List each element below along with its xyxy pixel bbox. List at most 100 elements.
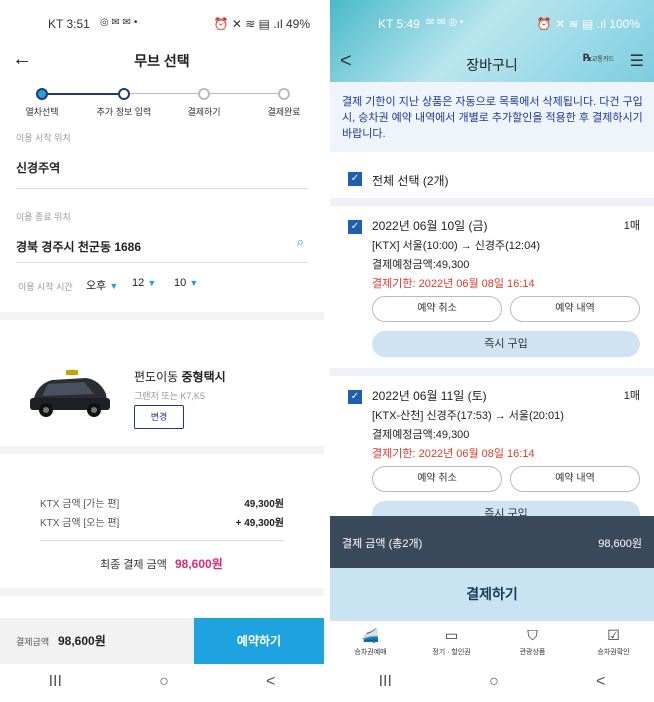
tab-ticket-check[interactable]: ☑ 승차권확인 [573, 621, 654, 664]
status-icons: ⏰ ✕ ≋ ▤ .ıl 100% [536, 17, 640, 31]
divider [16, 262, 308, 263]
tab-season-discount[interactable]: ▭ 정기 · 할인권 [411, 621, 492, 664]
transit-card-label: 교통카드 [591, 57, 614, 63]
ampm-select[interactable]: 오후 ▼ [86, 277, 118, 293]
step-dot-1 [36, 88, 48, 100]
fare-back-value: + 49,300원 [235, 518, 284, 529]
reservation-detail-button[interactable]: 예약 내역 [510, 466, 640, 492]
step-dot-3 [198, 88, 210, 100]
ticket-date: 2022년 06월 10일 (금) [372, 219, 488, 233]
left-screen: KT 3:51 ◎ ✉ ✉ • ⏰ ✕ ≋ ▤ .ıl 49% ← 무브 선택 … [0, 0, 324, 702]
ticket-route: [KTX] 서울(10:00) → 신경주(12:04) [372, 240, 540, 252]
recent-apps-button[interactable]: III [379, 673, 392, 691]
search-icon[interactable]: ⌕ [297, 234, 304, 250]
section-gap [0, 588, 324, 596]
total-box: 결제금액 98,600원 [0, 618, 194, 664]
ticket-card: ✓ 2022년 06월 11일 (토) 1매 [KTX-산천] 신경주(17:5… [330, 376, 654, 516]
transit-card-icon[interactable]: ℞교통카드 [583, 53, 614, 64]
notification-icons: ◎ ✉ ✉ • [100, 17, 138, 28]
total-value: 98,600원 [58, 634, 106, 648]
recent-apps-button[interactable]: III [49, 673, 62, 691]
status-time: KT 3:51 [48, 17, 90, 31]
fare-go-value: 49,300원 [244, 499, 284, 510]
buy-now-button[interactable]: 즉시 구입 [372, 331, 640, 357]
reserve-button[interactable]: 예약하기 [194, 618, 324, 664]
ticket-amount: 결제예정금액:49,300 [372, 259, 470, 271]
car-title: 편도이동 중형택시 [134, 368, 226, 385]
step-label-1: 열차선택 [25, 107, 59, 117]
end-location-value[interactable]: 경북 경주시 천군동 1686 [16, 238, 141, 255]
top-header: ← 무브 선택 [0, 44, 324, 78]
tab-tour-products[interactable]: ⛉ 관광상품 [492, 621, 573, 664]
right-screen: KT 5:49 ✉ ✉ ◎ • ⏰ ✕ ≋ ▤ .ıl 100% < 장바구니 … [330, 0, 654, 702]
reservation-detail-button[interactable]: 예약 내역 [510, 296, 640, 322]
final-total-label: 최종 결제 금액 [100, 559, 167, 571]
payment-sum-value: 98,600원 [598, 538, 642, 550]
ticket-date: 2022년 06월 11일 (토) [372, 389, 487, 403]
final-total-value: 98,600원 [175, 557, 223, 571]
section-gap [330, 198, 654, 206]
top-header: KT 5:49 ✉ ✉ ◎ • ⏰ ✕ ≋ ▤ .ıl 100% < 장바구니 … [330, 0, 654, 82]
tab-label: 정기 · 할인권 [432, 649, 471, 656]
progress-steps: 열차선택 추가 정보 입력 결제하기 결제완료 [0, 86, 324, 122]
tab-ticket-booking[interactable]: 🚄 승차권예매 [330, 621, 411, 664]
fare-go-label: KTX 금액 [가는 편] [40, 499, 120, 510]
minute-select[interactable]: 10 ▼ [174, 277, 198, 289]
section-gap [330, 368, 654, 376]
ticket-card: ✓ 2022년 06월 10일 (금) 1매 [KTX] 서울(10:00) →… [330, 206, 654, 370]
buy-now-button[interactable]: 즉시 구입 [372, 501, 640, 516]
cancel-reservation-button[interactable]: 예약 취소 [372, 466, 502, 492]
ticket-count: 1매 [623, 220, 640, 232]
bottom-bar: 결제금액 98,600원 예약하기 [0, 618, 324, 664]
car-title-prefix: 편도이동 [134, 370, 182, 384]
start-time-label: 이용 시작 시간 [18, 282, 73, 292]
end-location-label: 이용 종료 위치 [16, 212, 71, 222]
cancel-reservation-button[interactable]: 예약 취소 [372, 296, 502, 322]
menu-icon[interactable]: ☰ [630, 51, 644, 71]
chevron-down-icon: ▼ [109, 281, 119, 291]
chevron-down-icon: ▼ [147, 278, 157, 288]
car-title-type: 중형택시 [181, 370, 226, 384]
tab-label: 승차권예매 [354, 649, 387, 656]
start-location-value[interactable]: 신경주역 [16, 159, 60, 176]
taxi-car-image [30, 370, 110, 417]
tab-label: 관광상품 [519, 649, 546, 656]
select-all-label: 전체 선택 (2개) [372, 174, 449, 188]
system-nav-bar: III ○ < [330, 662, 654, 702]
system-nav-bar: III ○ < [0, 662, 324, 702]
ticket-checkbox[interactable]: ✓ [348, 220, 362, 234]
home-button[interactable]: ○ [489, 673, 499, 691]
ticket-deadline: 결제기한: 2022년 06월 08일 16:14 [372, 278, 535, 290]
change-button[interactable]: 변경 [134, 405, 184, 429]
divider [40, 540, 284, 541]
select-all-checkbox[interactable]: ✓ [348, 172, 362, 186]
tab-label: 승차권확인 [597, 649, 630, 656]
train-icon: 🚄 [361, 627, 380, 643]
bottom-tab-bar: 🚄 승차권예매 ▭ 정기 · 할인권 ⛉ 관광상품 ☑ 승차권확인 [330, 620, 654, 664]
notification-icons: ✉ ✉ ◎ • [426, 17, 464, 28]
start-location-label: 이용 시작 위치 [16, 133, 71, 143]
status-time: KT 5:49 [378, 17, 420, 31]
notice-text: 결제 기한이 지난 상품은 자동으로 목록에서 삭제됩니다. 다건 구입 시, … [342, 96, 643, 140]
chevron-down-icon: ▼ [189, 278, 199, 288]
status-bar: KT 3:51 ◎ ✉ ✉ • ⏰ ✕ ≋ ▤ .ıl 49% [0, 0, 324, 44]
ticket-route: [KTX-산천] 신경주(17:53) → 서울(20:01) [372, 410, 564, 422]
ticket-checkbox[interactable]: ✓ [348, 390, 362, 404]
ticket-deadline: 결제기한: 2022년 06월 08일 16:14 [372, 448, 535, 460]
step-label-2: 추가 정보 입력 [96, 107, 152, 117]
hour-select[interactable]: 12 ▼ [132, 277, 156, 289]
step-label-3: 결제하기 [187, 107, 221, 117]
hour-value: 12 [132, 277, 145, 289]
notice-box: 결제 기한이 지난 상품은 자동으로 목록에서 삭제됩니다. 다건 구입 시, … [330, 82, 654, 152]
page-title: 무브 선택 [134, 53, 190, 69]
back-button[interactable]: < [596, 673, 605, 691]
total-label: 결제금액 [16, 637, 50, 647]
step-dot-2 [118, 88, 130, 100]
status-bar: KT 5:49 ✉ ✉ ◎ • ⏰ ✕ ≋ ▤ .ıl 100% [330, 0, 654, 44]
section-gap [0, 446, 324, 454]
back-button[interactable]: < [266, 673, 275, 691]
home-button[interactable]: ○ [159, 673, 169, 691]
minute-value: 10 [174, 277, 187, 289]
pay-button[interactable]: 결제하기 [330, 568, 654, 620]
luggage-icon: ⛉ [527, 627, 538, 643]
